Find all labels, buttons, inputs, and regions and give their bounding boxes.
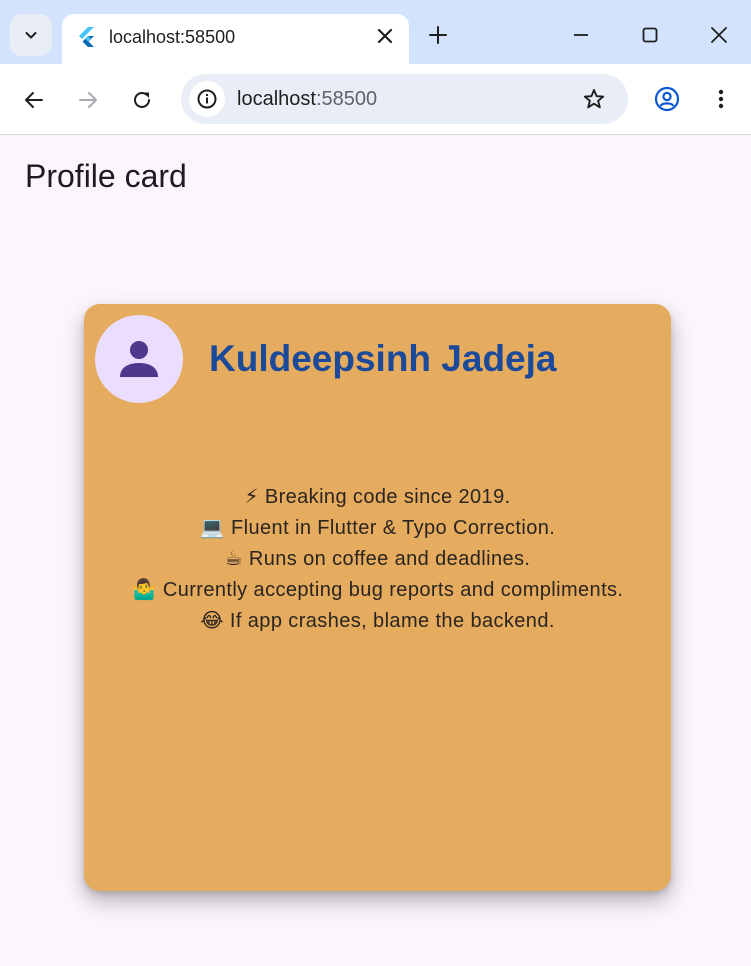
star-icon[interactable] (582, 87, 606, 111)
minimize-icon[interactable] (570, 24, 592, 46)
site-info-button[interactable] (189, 81, 225, 117)
reload-icon[interactable] (130, 88, 154, 112)
new-tab-icon[interactable] (427, 24, 449, 46)
bio-line: 🤷‍♂️ Currently accepting bug reports and… (131, 579, 624, 601)
avatar (95, 315, 183, 403)
url-text: localhost:58500 (237, 88, 377, 111)
url-host: localhost (237, 88, 316, 110)
url-port: :58500 (315, 88, 378, 110)
close-icon[interactable] (375, 26, 395, 46)
bio-line: ☕ Runs on coffee and deadlines. (224, 548, 531, 570)
page-title: Profile card (25, 158, 187, 194)
info-icon (197, 89, 217, 109)
window-close-icon[interactable] (708, 24, 730, 46)
bio-line: 💻 Fluent in Flutter & Typo Correction. (199, 517, 556, 539)
back-arrow-icon[interactable] (22, 88, 46, 112)
browser-tab[interactable]: localhost:58500 (62, 14, 409, 64)
maximize-icon[interactable] (639, 24, 661, 46)
chevron-down-icon (25, 32, 37, 39)
bio-line: 😂 If app crashes, blame the backend. (200, 610, 555, 632)
address-bar[interactable]: localhost:58500 (181, 74, 628, 124)
bio-line: ⚡ Breaking code since 2019. (244, 486, 511, 508)
browser-toolbar: localhost:58500 (0, 64, 751, 135)
profile-icon[interactable] (654, 86, 680, 112)
tab-strip: localhost:58500 (0, 0, 751, 64)
tab-search-button[interactable] (10, 14, 52, 56)
flutter-icon (79, 27, 94, 47)
profile-card: Kuldeepsinh Jadeja ⚡ Breaking code since… (84, 304, 671, 891)
more-vert-icon[interactable] (709, 87, 733, 111)
person-icon (120, 341, 158, 377)
tab-title: localhost:58500 (109, 27, 236, 47)
forward-arrow-icon[interactable] (76, 88, 100, 112)
profile-name: Kuldeepsinh Jadeja (209, 338, 557, 379)
profile-bio: ⚡ Breaking code since 2019. 💻 Fluent in … (84, 482, 671, 637)
